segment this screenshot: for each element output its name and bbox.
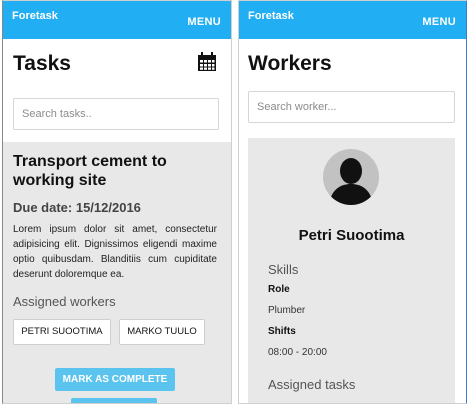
task-description: Lorem ipsum dolor sit amet, consectetur … [13, 224, 217, 280]
avatar-silhouette-icon [329, 158, 373, 205]
menu-button[interactable]: MENU [422, 16, 456, 28]
assigned-tasks-heading: Assigned tasks [268, 377, 356, 392]
worker-name: Petri Suootima [298, 227, 405, 244]
shifts-label: Shifts [268, 326, 296, 337]
assigned-worker-button[interactable]: PETRI SUOOTIMA [13, 319, 111, 345]
menu-button[interactable]: MENU [187, 16, 221, 28]
workers-screen: Foretask MENU Workers Petri Suootima Ski… [238, 0, 467, 404]
page-title: Tasks [13, 52, 71, 75]
assigned-workers-heading: Assigned workers [13, 294, 116, 309]
app-bar: Foretask MENU [3, 1, 231, 39]
role-value: Plumber [268, 305, 306, 316]
role-label: Role [268, 284, 290, 295]
search-worker-input[interactable] [248, 91, 455, 123]
tasks-screen: Foretask MENU Tasks Transport cement to … [2, 0, 232, 404]
shifts-value: 08:00 - 20:00 [268, 347, 327, 358]
partial-button[interactable] [71, 398, 157, 403]
mark-as-complete-button[interactable]: MARK AS COMPLETE [55, 368, 175, 391]
skills-heading: Skills [268, 262, 299, 277]
task-card: Transport cement to working site Due dat… [3, 142, 231, 403]
task-title: Transport cement to working site [13, 153, 167, 189]
app-bar: Foretask MENU [239, 1, 466, 39]
assigned-worker-button[interactable]: MARKO TUULO [119, 319, 205, 345]
brand-logo[interactable]: Foretask [248, 10, 294, 22]
avatar [323, 149, 379, 205]
page-title: Workers [248, 52, 332, 75]
task-due-date: Due date: 15/12/2016 [13, 200, 141, 215]
calendar-icon[interactable] [197, 52, 217, 72]
search-tasks-input[interactable] [13, 98, 219, 130]
worker-card: Petri Suootima Skills Role Plumber Shift… [248, 138, 455, 403]
brand-logo[interactable]: Foretask [12, 10, 58, 22]
